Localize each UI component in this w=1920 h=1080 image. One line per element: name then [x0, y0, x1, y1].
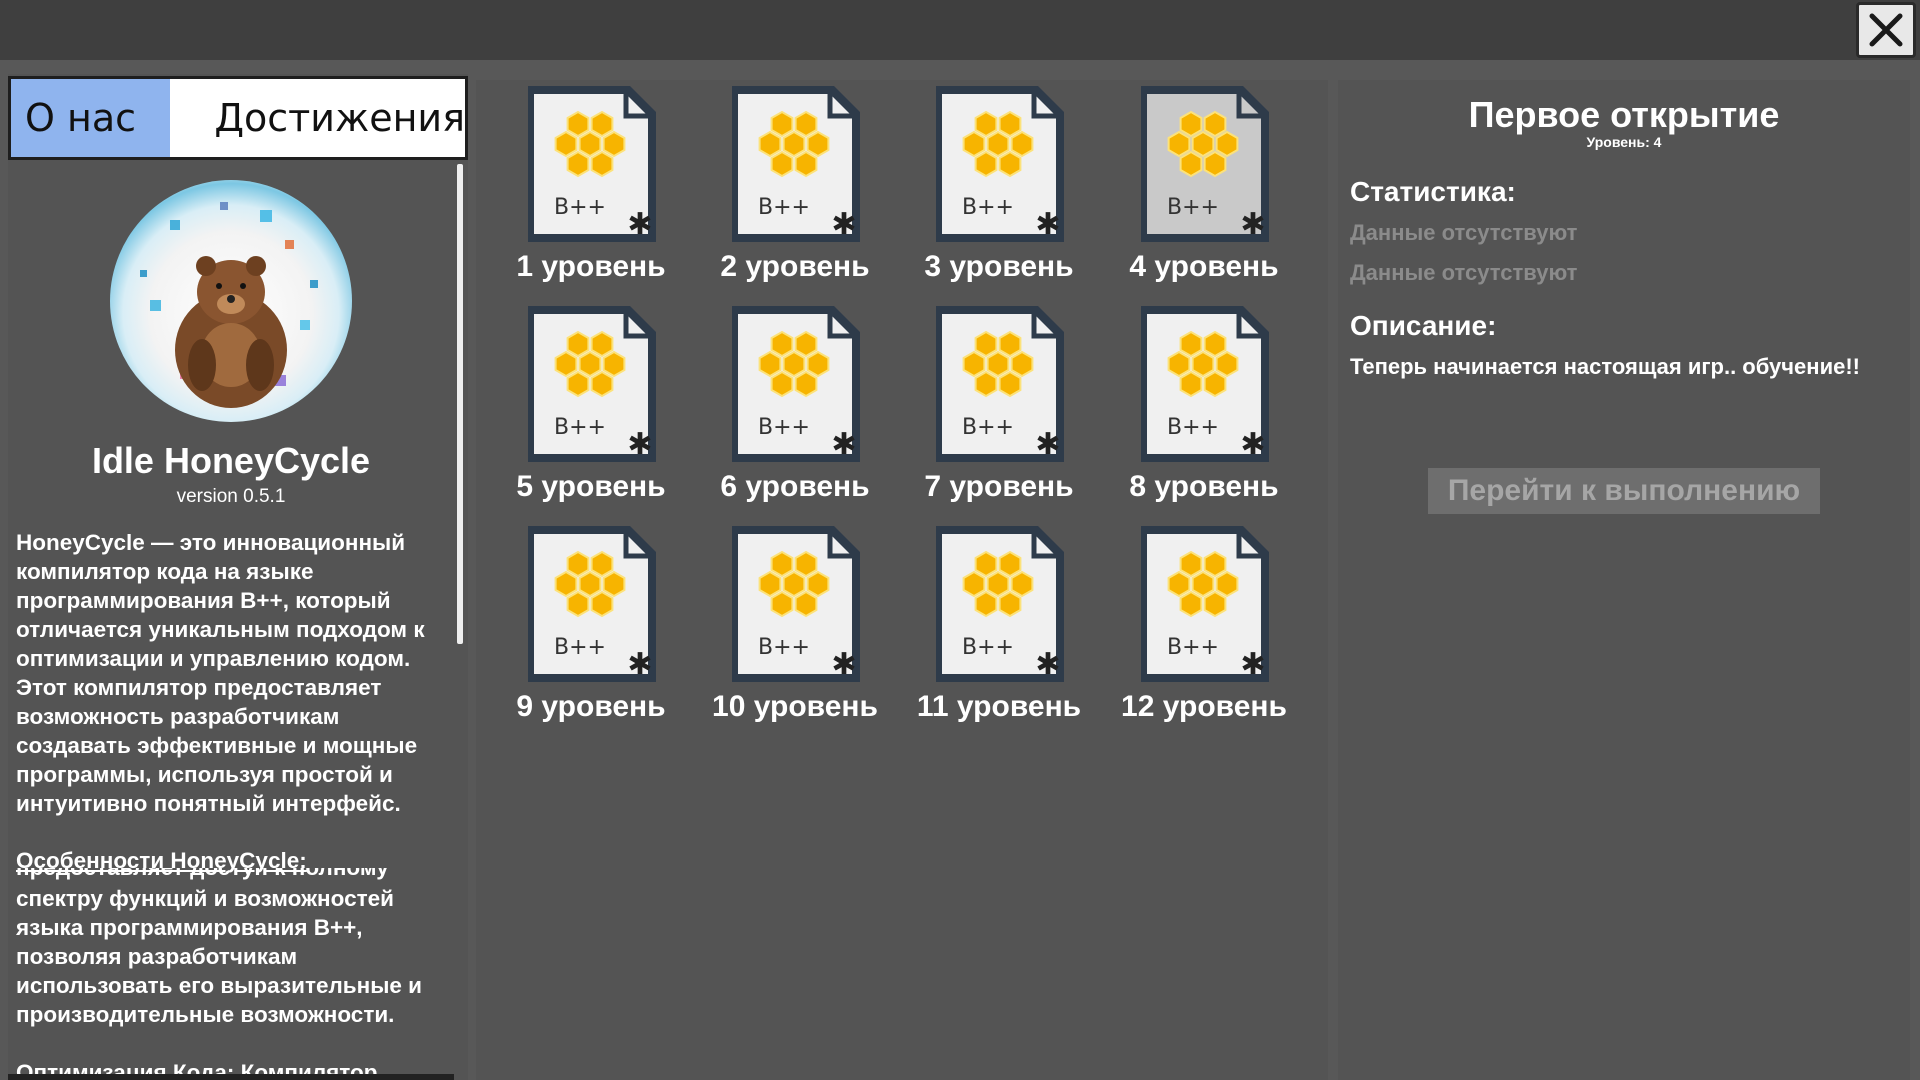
- achievement-level: Уровень: 4: [1586, 134, 1662, 150]
- asterisk-icon: ✱: [627, 647, 652, 682]
- about-paragraph-2: спектру функций и возможностей языка про…: [16, 886, 422, 1027]
- code-file-icon: B++ ✱: [732, 306, 860, 462]
- description-text: Теперь начинается настоящая игр.. обучен…: [1350, 354, 1860, 379]
- levels-grid: B++ ✱ 1 уровень B++ ✱ 2 уровень B++ ✱ 3 уровень B…: [476, 80, 1328, 1080]
- app-version: version 0.5.1: [176, 486, 286, 507]
- asterisk-icon: ✱: [1240, 647, 1265, 682]
- achievement-title: Первое открытие: [1468, 94, 1780, 135]
- code-file-icon: B++ ✱: [1141, 526, 1269, 682]
- code-file-icon: B++ ✱: [732, 526, 860, 682]
- about-scrollbar[interactable]: [457, 164, 463, 644]
- asterisk-icon: ✱: [831, 647, 856, 682]
- asterisk-icon: ✱: [1240, 207, 1265, 242]
- file-label: B++: [758, 195, 810, 220]
- bear-image: [140, 202, 318, 408]
- go-to-task-button[interactable]: Перейти к выполнению: [1428, 468, 1820, 514]
- file-label: B++: [962, 415, 1014, 440]
- file-label: B++: [962, 195, 1014, 220]
- level-tile[interactable]: B++ ✱ 2 уровень: [680, 80, 880, 290]
- asterisk-icon: ✱: [831, 207, 856, 242]
- level-caption: 6 уровень: [720, 470, 870, 503]
- code-file-icon: B++ ✱: [1141, 86, 1269, 242]
- asterisk-icon: ✱: [1035, 427, 1060, 462]
- tab-bar: О нас Достижения: [8, 76, 468, 160]
- about-panel: О нас Достижения Idle HoneyCycle version…: [8, 74, 468, 1080]
- level-tile[interactable]: B++ ✱ 4 уровень: [1089, 80, 1289, 290]
- level-tile[interactable]: B++ ✱ 8 уровень: [1089, 300, 1289, 510]
- level-caption: 7 уровень: [924, 470, 1074, 503]
- code-file-icon: B++ ✱: [936, 526, 1064, 682]
- level-tile[interactable]: B++ ✱ 9 уровень: [476, 520, 676, 730]
- about-paragraph: HoneyCycle — это инновационный компилято…: [16, 530, 425, 816]
- file-label: B++: [1167, 635, 1219, 660]
- stats-value: Данные отсутствуют: [1350, 260, 1578, 285]
- tab-achievements[interactable]: Достижения: [170, 79, 465, 157]
- stats-value: Данные отсутствуют: [1350, 220, 1578, 245]
- level-caption: 3 уровень: [924, 250, 1074, 283]
- top-bar: [0, 0, 1920, 60]
- achievement-details: Первое открытие Уровень: 4 Статистика: Д…: [1338, 80, 1910, 1080]
- level-caption: 10 уровень: [712, 690, 878, 723]
- level-tile[interactable]: B++ ✱ 1 уровень: [476, 80, 676, 290]
- stats-heading: Статистика:: [1350, 176, 1516, 207]
- file-label: B++: [758, 635, 810, 660]
- level-tile[interactable]: B++ ✱ 3 уровень: [884, 80, 1084, 290]
- asterisk-icon: ✱: [831, 427, 856, 462]
- tab-about[interactable]: О нас: [11, 79, 171, 157]
- level-caption: 8 уровень: [1129, 470, 1279, 503]
- level-caption: 2 уровень: [720, 250, 870, 283]
- level-caption: 9 уровень: [516, 690, 666, 723]
- close-button[interactable]: [1856, 2, 1916, 58]
- level-tile[interactable]: B++ ✱ 11 уровень: [884, 520, 1084, 730]
- code-file-icon: B++ ✱: [528, 306, 656, 462]
- file-label: B++: [554, 635, 606, 660]
- level-caption: 11 уровень: [916, 690, 1082, 723]
- asterisk-icon: ✱: [1035, 207, 1060, 242]
- asterisk-icon: ✱: [627, 207, 652, 242]
- level-tile[interactable]: B++ ✱ 12 уровень: [1089, 520, 1289, 730]
- file-label: B++: [962, 635, 1014, 660]
- level-caption: 12 уровень: [1121, 690, 1287, 723]
- level-tile[interactable]: B++ ✱ 6 уровень: [680, 300, 880, 510]
- level-caption: 5 уровень: [516, 470, 666, 503]
- level-tile[interactable]: B++ ✱ 10 уровень: [680, 520, 880, 730]
- panel-divider: [8, 1074, 454, 1080]
- code-file-icon: B++ ✱: [528, 526, 656, 682]
- code-file-icon: B++ ✱: [936, 86, 1064, 242]
- asterisk-icon: ✱: [1035, 647, 1060, 682]
- app-title: Idle HoneyCycle: [91, 440, 371, 481]
- file-label: B++: [1167, 415, 1219, 440]
- level-caption: 4 уровень: [1129, 250, 1279, 283]
- code-file-icon: B++ ✱: [528, 86, 656, 242]
- app-avatar: [110, 180, 352, 422]
- level-caption: 1 уровень: [516, 250, 666, 283]
- file-label: B++: [1167, 195, 1219, 220]
- level-tile[interactable]: B++ ✱ 5 уровень: [476, 300, 676, 510]
- code-file-icon: B++ ✱: [1141, 306, 1269, 462]
- asterisk-icon: ✱: [1240, 427, 1265, 462]
- file-label: B++: [554, 195, 606, 220]
- file-label: B++: [554, 415, 606, 440]
- code-file-icon: B++ ✱: [936, 306, 1064, 462]
- close-icon: [1869, 13, 1903, 47]
- features-heading: Особенности HoneyCycle:: [16, 848, 307, 873]
- level-tile[interactable]: B++ ✱ 7 уровень: [884, 300, 1084, 510]
- file-label: B++: [758, 415, 810, 440]
- description-heading: Описание:: [1350, 310, 1497, 341]
- asterisk-icon: ✱: [627, 427, 652, 462]
- code-file-icon: B++ ✱: [732, 86, 860, 242]
